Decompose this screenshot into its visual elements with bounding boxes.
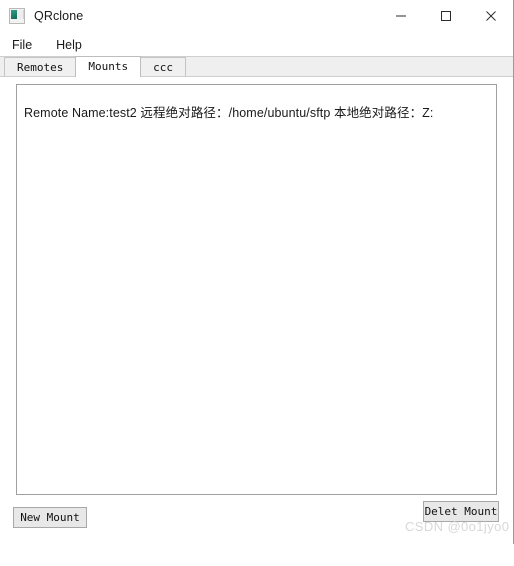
app-icon [9,8,25,24]
application-window: QRclone File Help Remotes Mounts ccc Rem… [0,0,514,566]
window-controls [378,0,513,32]
app-icon-left-square [11,10,17,19]
tab-mounts[interactable]: Mounts [75,56,142,77]
delete-mount-button[interactable]: Delet Mount [423,501,499,522]
menu-item-help[interactable]: Help [52,36,92,54]
app-icon-right-square [18,10,24,19]
tab-remotes[interactable]: Remotes [4,57,77,77]
list-item[interactable]: Remote Name:test2 远程绝对路径：/home/ubuntu/sf… [17,85,496,121]
maximize-icon [440,11,451,21]
mounts-tab-panel: Remote Name:test2 远程绝对路径：/home/ubuntu/sf… [0,76,513,566]
title-bar: QRclone [0,0,513,33]
close-icon [485,11,496,21]
minimize-icon [395,15,406,17]
window-title: QRclone [34,9,84,23]
menu-item-file[interactable]: File [8,36,42,54]
close-button[interactable] [468,0,513,32]
maximize-button[interactable] [423,0,468,32]
minimize-button[interactable] [378,0,423,32]
tab-strip: Remotes Mounts ccc [0,56,513,77]
menu-bar: File Help [0,33,513,56]
new-mount-button[interactable]: New Mount [13,507,87,528]
mount-list-panel[interactable]: Remote Name:test2 远程绝对路径：/home/ubuntu/sf… [16,84,497,495]
tab-ccc[interactable]: ccc [140,57,186,77]
